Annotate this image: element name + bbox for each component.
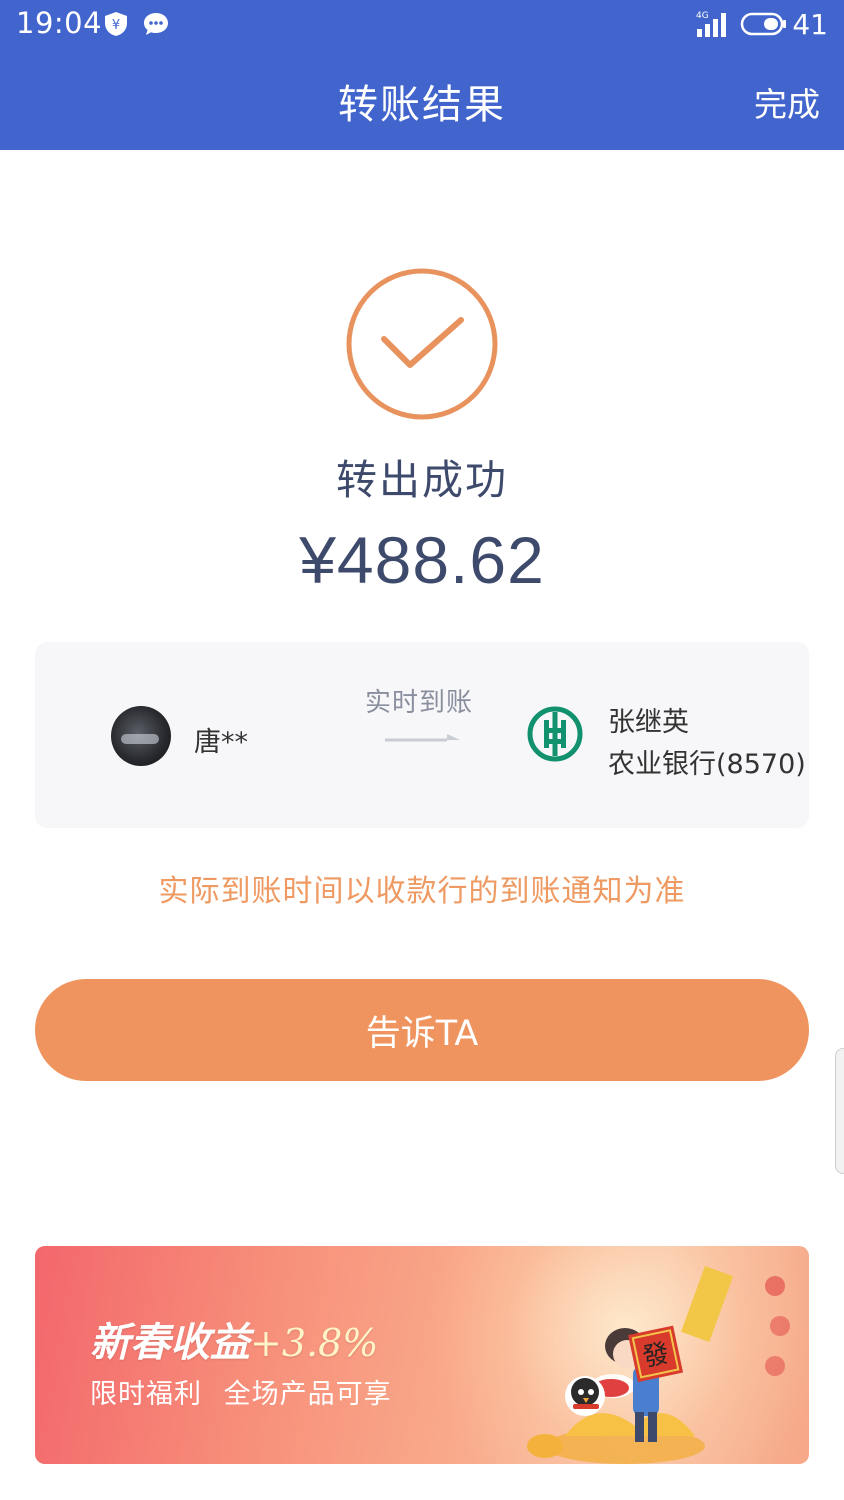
status-time: 19:04 [16,6,103,40]
status-bar: 19:04 ¥ 4G 41 [0,0,844,48]
receiver-bank: 农业银行(8570) [608,749,806,780]
banner-title: 新春收益+3.8% [90,1310,378,1368]
nav-bar: 转账结果 完成 [0,48,844,150]
svg-text:¥: ¥ [112,18,120,33]
banner-subtitle: 限时福利 全场产品可享 [90,1379,392,1410]
shield-icon: ¥ [105,12,127,36]
transfer-card: 唐** 实时到账 张继英 农业银行(8570) [35,642,809,828]
tell-ta-button[interactable]: 告诉TA [35,979,809,1081]
abc-bank-logo-icon [527,706,583,762]
message-icon [144,13,168,35]
banner-title-text: 新春收益 [90,1319,250,1366]
promo-banner[interactable]: 新春收益+3.8% 限时福利 全场产品可享 發 [35,1246,809,1464]
battery-level: 41 [792,7,828,41]
transfer-mode: 实时到账 [365,688,474,718]
result-status: 转出成功 [336,456,508,504]
sender-name: 唐** [194,727,248,758]
new-year-illustration-icon: 發 [527,1266,790,1464]
banner-rate: +3.8% [250,1321,379,1365]
done-button[interactable]: 完成 [754,78,820,126]
sender-avatar [111,706,171,766]
arrival-notice: 实际到账时间以收款行的到账通知为准 [158,874,686,909]
side-drawer-handle[interactable] [835,1048,844,1174]
page-title: 转账结果 [338,82,506,128]
arrow-right-icon [385,734,460,742]
receiver-name: 张继英 [608,707,689,738]
success-check-icon [346,268,498,420]
signal-icon: 4G [696,11,727,37]
network-type: 4G [696,11,709,21]
battery-icon [741,12,787,36]
transfer-amount: ¥488.62 [299,523,545,597]
status-right: 4G 41 [696,6,828,42]
